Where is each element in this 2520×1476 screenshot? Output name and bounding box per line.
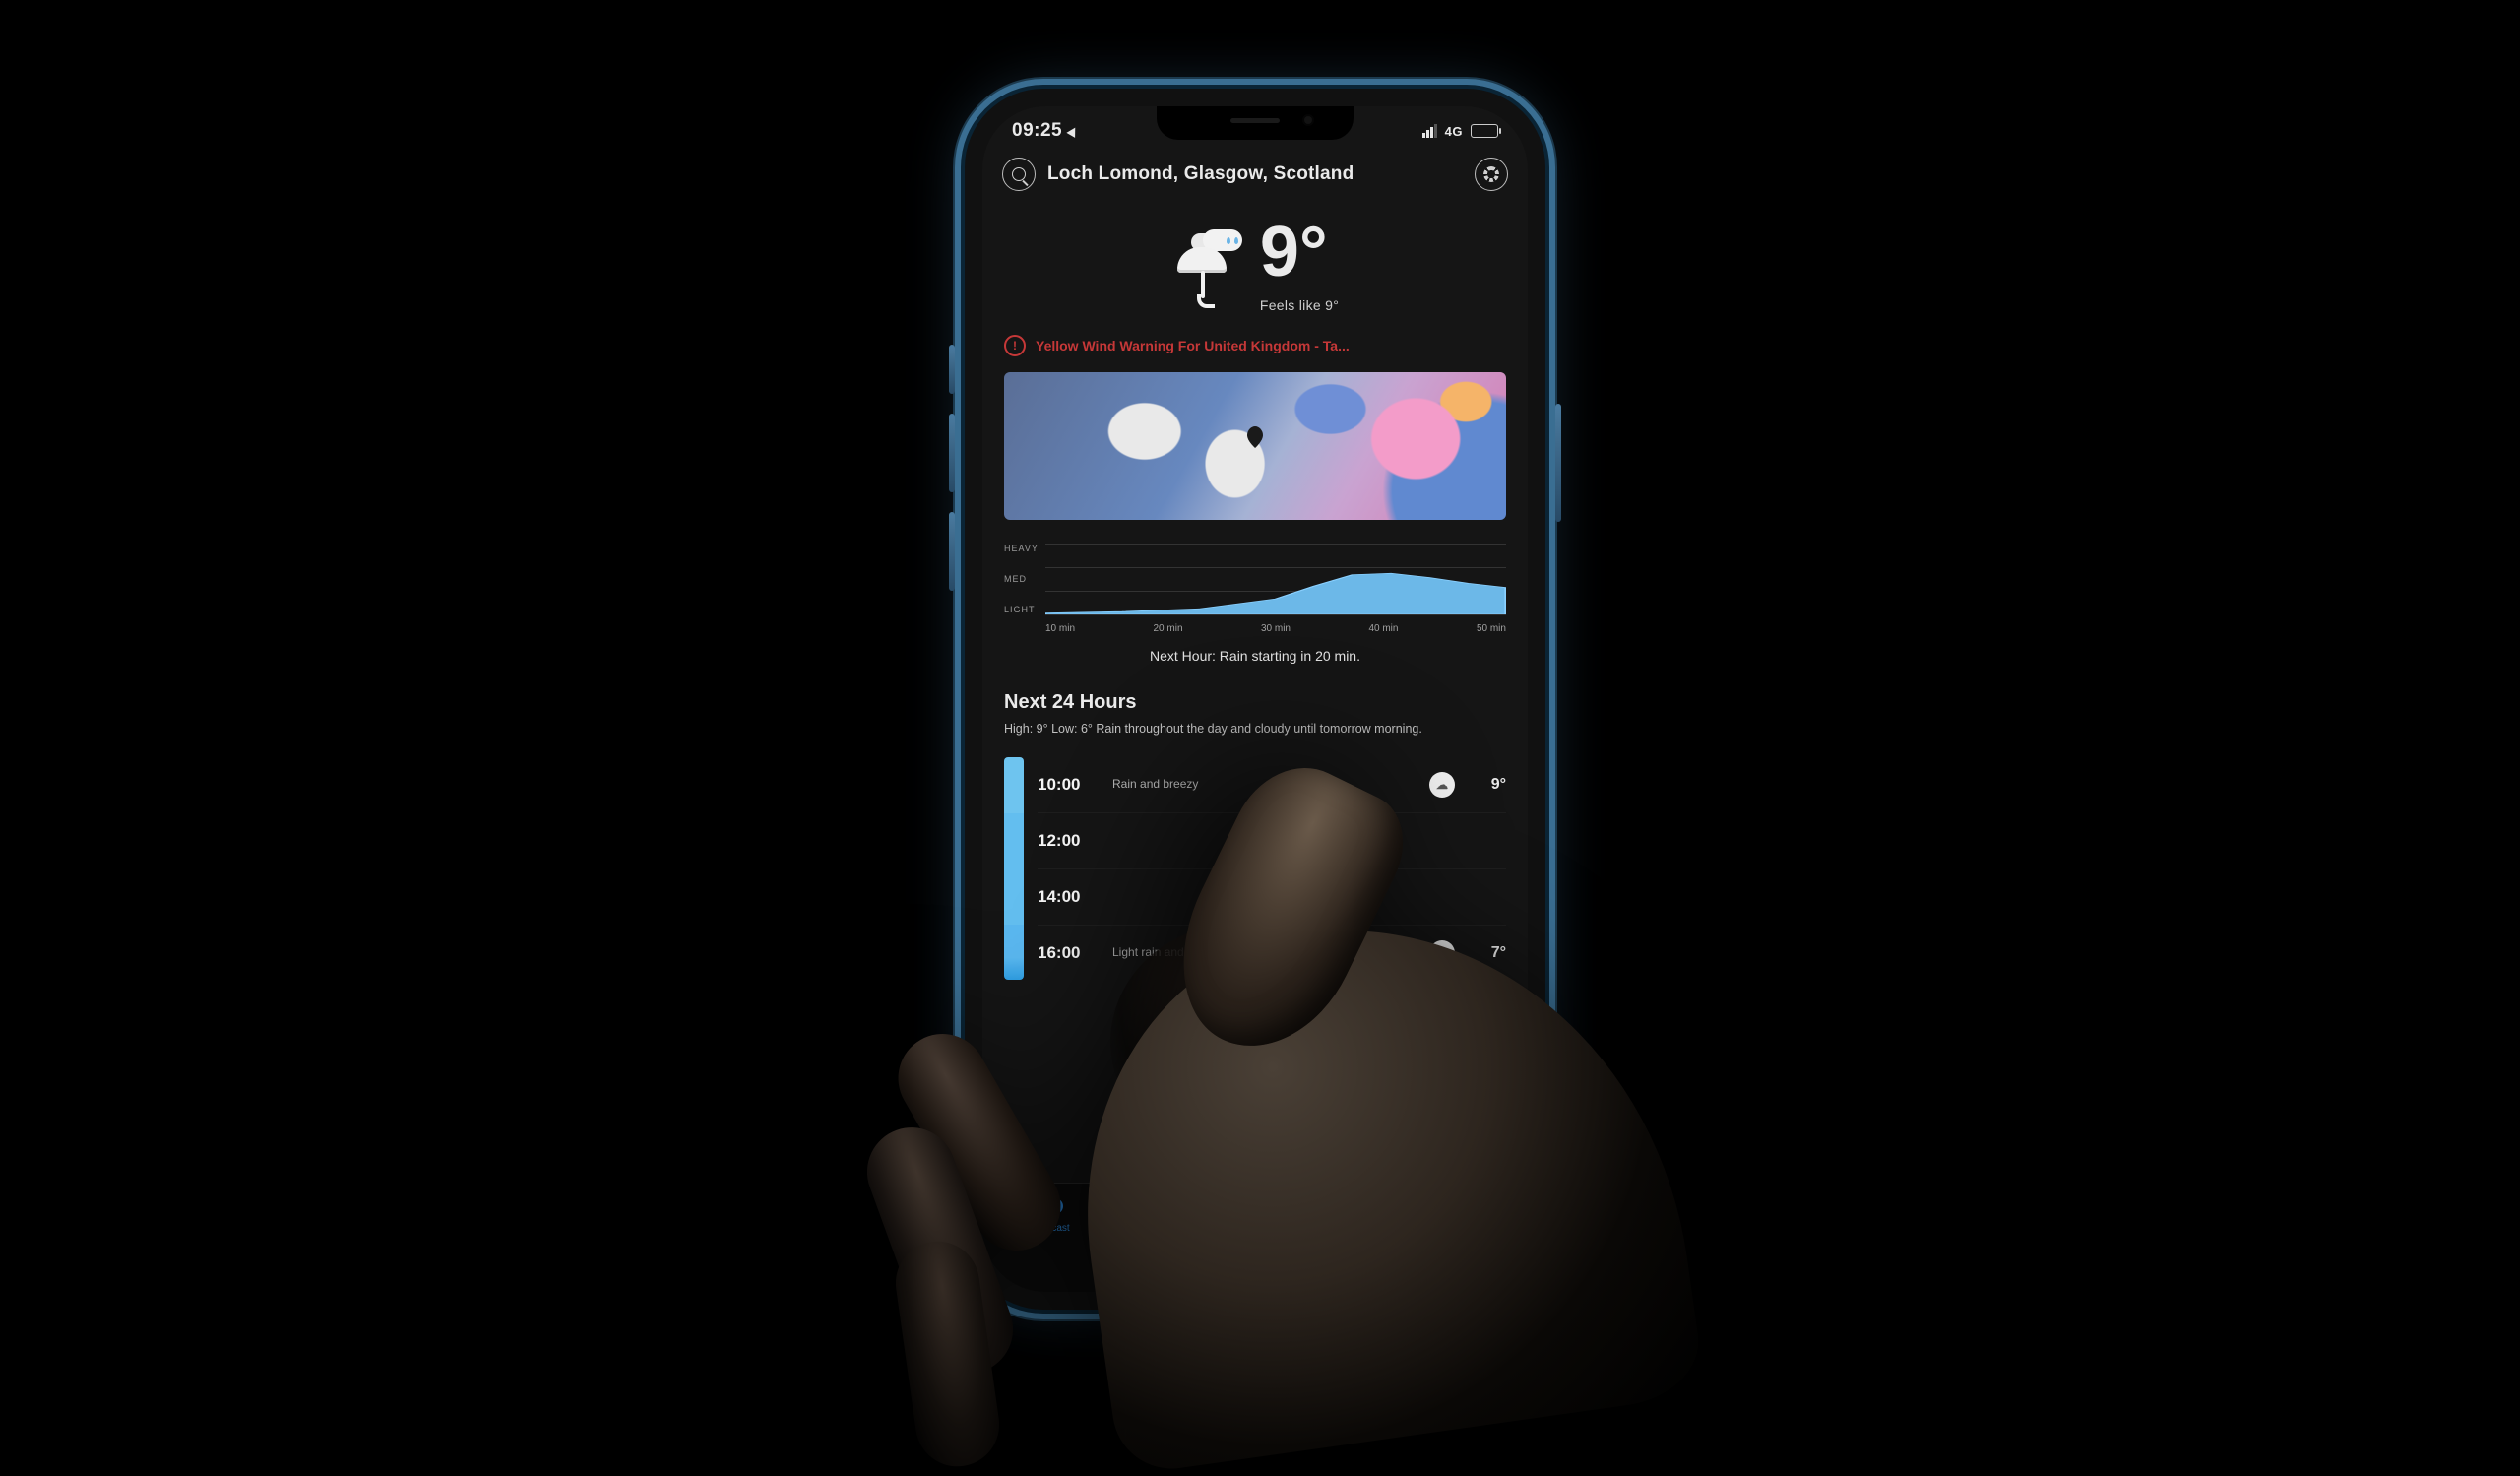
- hour-condition: Light rain and cloudy: [1112, 945, 1416, 961]
- gear-icon: [1483, 166, 1499, 182]
- warning-text: Yellow Wind Warning For United Kingdom -…: [1036, 338, 1506, 353]
- cloud-icon: [1038, 1198, 1063, 1214]
- globe-icon: [1174, 1193, 1200, 1219]
- volume-down-button: [949, 512, 955, 591]
- tab-label: More: [1448, 1223, 1471, 1234]
- hourly-row[interactable]: 10:00 Rain and breezy ☁ 9°: [1038, 757, 1506, 813]
- volume-up-button: [949, 414, 955, 492]
- network-type: 4G: [1445, 124, 1463, 139]
- hourly-row[interactable]: 16:00 Light rain and cloudy ☁ 7°: [1038, 926, 1506, 981]
- precip-y-axis: HEAVY MED LIGHT: [1004, 544, 1039, 614]
- hourly-row[interactable]: 12:00: [1038, 813, 1506, 869]
- current-temperature: 9°: [1260, 217, 1339, 288]
- precip-x-axis: 10 min 20 min 30 min 40 min 50 min: [1045, 615, 1506, 634]
- condition-icon: ☁: [1429, 940, 1455, 966]
- mute-switch: [949, 345, 955, 394]
- precip-caption: Next Hour: Rain starting in 20 min.: [1004, 648, 1506, 664]
- search-icon: [1012, 167, 1026, 181]
- feels-like: Feels like 9°: [1260, 297, 1339, 313]
- tab-more[interactable]: More: [1416, 1193, 1504, 1234]
- next-24-summary: High: 9° Low: 6° Rain throughout the day…: [1004, 720, 1506, 738]
- menu-icon: [1450, 1198, 1470, 1214]
- map-pin-icon: [1247, 426, 1263, 448]
- tab-forecast[interactable]: Forecast: [1006, 1193, 1095, 1234]
- precipitation-map[interactable]: [1004, 372, 1506, 520]
- next-24-heading: Next 24 Hours: [1004, 691, 1506, 714]
- weather-warning-banner[interactable]: ! Yellow Wind Warning For United Kingdom…: [982, 327, 1528, 372]
- rain-icon: [1171, 229, 1242, 300]
- home-indicator[interactable]: [1181, 1277, 1329, 1282]
- tab-map[interactable]: Map: [1143, 1193, 1231, 1234]
- location-title[interactable]: Loch Lomond, Glasgow, Scotland: [1047, 163, 1463, 185]
- location-header: Loch Lomond, Glasgow, Scotland: [982, 148, 1528, 199]
- warning-icon: !: [1004, 335, 1026, 356]
- thermometer-icon: [1317, 1194, 1329, 1218]
- hour-time: 12:00: [1038, 831, 1099, 851]
- precipitation-probability-bar: [1004, 757, 1024, 980]
- tab-notifications[interactable]: Notifications: [1279, 1193, 1367, 1234]
- hour-temp: 7°: [1469, 944, 1506, 962]
- tab-label: Notifications: [1296, 1223, 1350, 1234]
- current-conditions: 9° Feels like 9°: [982, 199, 1528, 327]
- hour-time: 16:00: [1038, 943, 1099, 963]
- hour-temp: 9°: [1469, 776, 1506, 794]
- hourly-row[interactable]: 14:00: [1038, 869, 1506, 926]
- tab-label: Map: [1177, 1223, 1196, 1234]
- hour-time: 10:00: [1038, 775, 1099, 795]
- notch: [1157, 106, 1354, 140]
- phone-frame: 09:25 4G Loch Lomond, Glasgow, Scotland: [965, 89, 1545, 1310]
- location-services-icon: [1067, 125, 1080, 138]
- condition-icon: ☁: [1429, 772, 1455, 798]
- hourly-list[interactable]: 10:00 Rain and breezy ☁ 9° 12:00 14:00 16:00 Li…: [1004, 757, 1506, 981]
- tab-bar: Forecast Map Notifications More: [982, 1183, 1528, 1292]
- power-button: [1555, 404, 1561, 522]
- precip-chart[interactable]: [1045, 544, 1506, 615]
- battery-icon: [1471, 124, 1498, 138]
- tab-label: Forecast: [1032, 1223, 1070, 1234]
- next-hour-precip: HEAVY MED LIGHT 10 min 20 min 30 min 40 …: [1004, 544, 1506, 664]
- next-24-hours-section: Next 24 Hours High: 9° Low: 6° Rain thro…: [982, 664, 1528, 738]
- search-button[interactable]: [1002, 158, 1036, 191]
- screen: 09:25 4G Loch Lomond, Glasgow, Scotland: [982, 106, 1528, 1292]
- cellular-signal-icon: [1422, 124, 1437, 138]
- hour-condition: Rain and breezy: [1112, 777, 1416, 793]
- settings-button[interactable]: [1475, 158, 1508, 191]
- status-time: 09:25: [1012, 120, 1062, 142]
- hour-time: 14:00: [1038, 887, 1099, 907]
